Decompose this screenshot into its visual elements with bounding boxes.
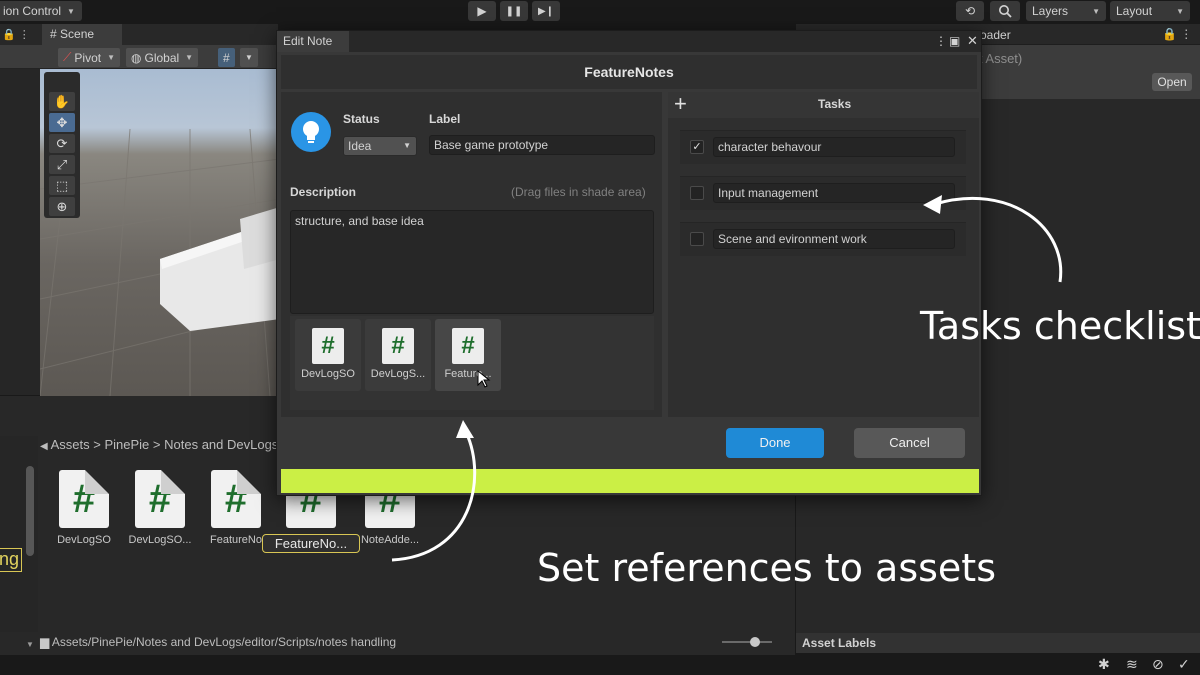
tasks-arrowhead <box>923 195 942 214</box>
tasks-checklist-caption: Tasks checklist <box>920 304 1200 348</box>
refs-arrow <box>391 431 477 562</box>
set-references-caption: Set references to assets <box>537 546 996 590</box>
refs-arrowhead <box>456 420 474 438</box>
tasks-arrow <box>934 196 1063 283</box>
